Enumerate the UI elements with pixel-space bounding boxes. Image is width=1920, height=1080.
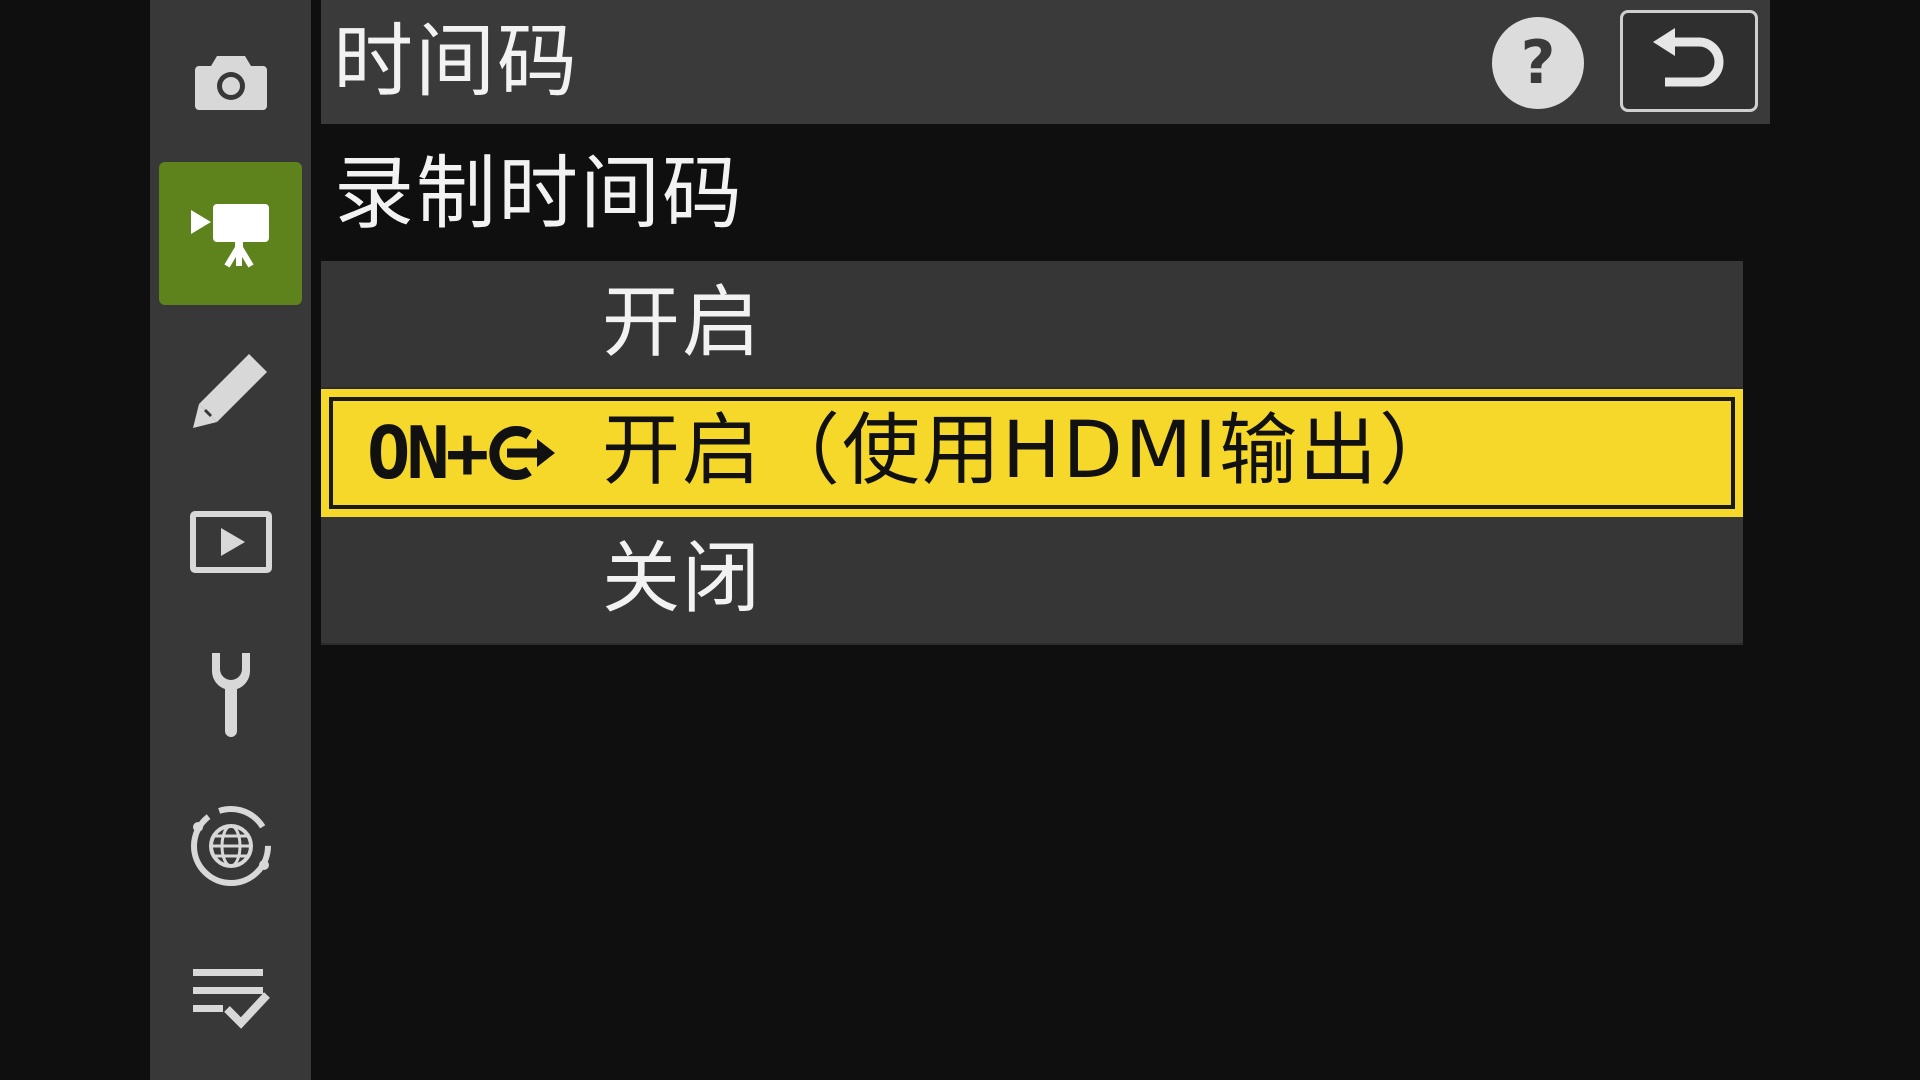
sidebar — [150, 0, 311, 1080]
option-off[interactable]: 关闭 — [321, 517, 1743, 645]
option-on[interactable]: 开启 — [321, 261, 1743, 389]
sidebar-item-setup[interactable] — [159, 622, 302, 765]
section-heading: 录制时间码 — [334, 147, 744, 240]
option-label: 开启 — [602, 278, 763, 368]
playback-icon — [189, 510, 272, 573]
pencil-icon — [192, 353, 267, 428]
sidebar-item-my-menu[interactable] — [159, 926, 302, 1069]
on-hdmi-badge-icon: ON+ — [367, 408, 556, 498]
sidebar-item-photo-shooting[interactable] — [159, 10, 302, 153]
help-icon: ? — [1520, 28, 1556, 98]
sidebar-item-playback[interactable] — [159, 470, 302, 613]
hdmi-output-icon — [489, 426, 556, 480]
page-title: 时间码 — [333, 15, 579, 108]
option-label: 关闭 — [602, 534, 763, 624]
checklist-icon — [192, 968, 270, 1029]
camera-icon — [194, 55, 267, 110]
help-button[interactable]: ? — [1492, 17, 1584, 109]
camera-menu-screen: 时间码 ? 录制时间码 开启 ON+ 开启（使用HDMI输出） 关闭 — [0, 0, 1920, 1080]
sidebar-item-network[interactable] — [159, 774, 302, 917]
sidebar-item-movie-recording[interactable] — [159, 162, 302, 305]
wrench-icon — [211, 652, 250, 737]
sidebar-item-custom-settings[interactable] — [159, 318, 302, 461]
option-on-hdmi-output[interactable]: ON+ 开启（使用HDMI输出） — [321, 389, 1743, 517]
option-label: 开启（使用HDMI输出） — [602, 406, 1460, 496]
option-list: 开启 ON+ 开启（使用HDMI输出） 关闭 — [321, 261, 1743, 645]
back-button[interactable] — [1620, 10, 1758, 112]
on-hdmi-prefix-text: ON+ — [367, 411, 489, 495]
movie-camera-icon — [190, 203, 269, 268]
return-arrow-icon — [1653, 28, 1724, 87]
menu-header: 时间码 ? — [321, 0, 1770, 124]
network-globe-icon — [190, 805, 271, 886]
